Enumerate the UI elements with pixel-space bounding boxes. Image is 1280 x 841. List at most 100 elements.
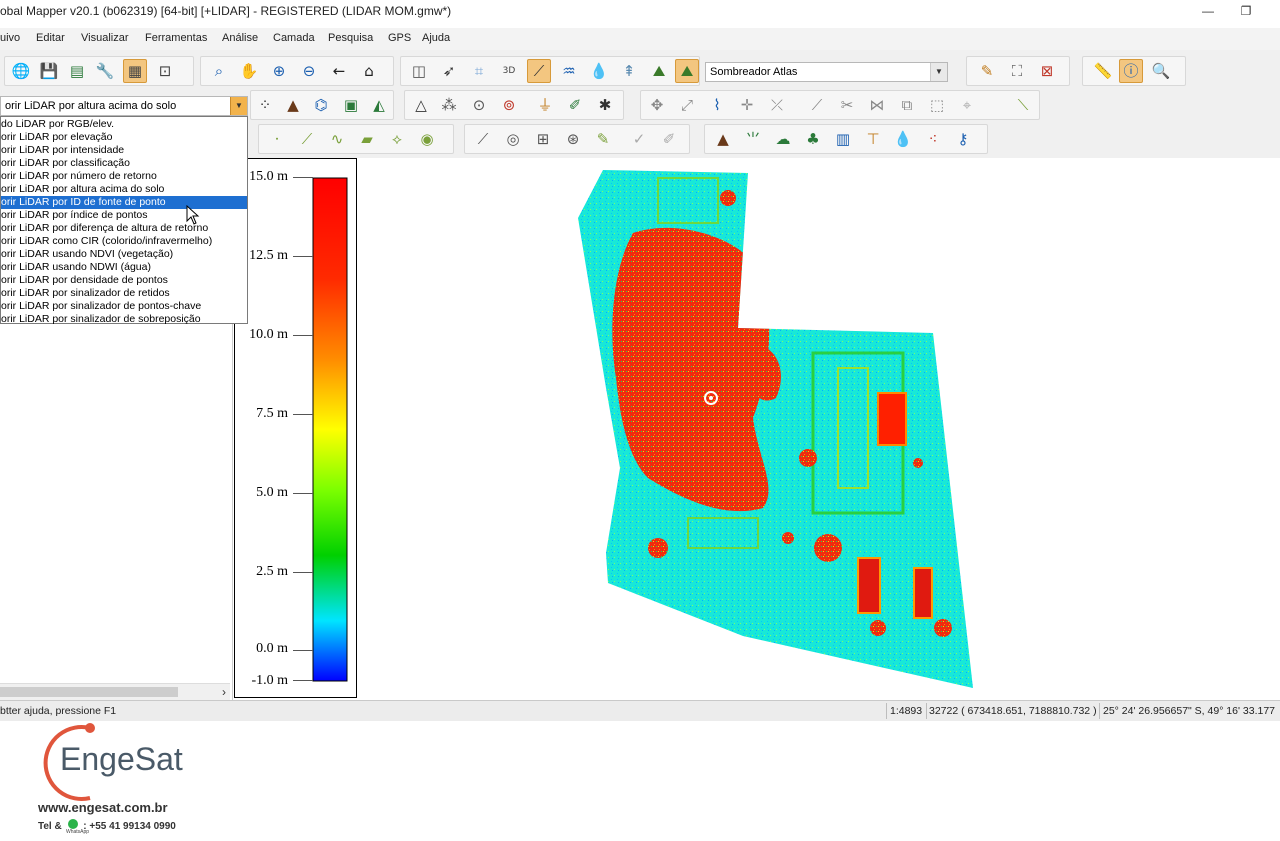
grass-icon[interactable]: ⺌: [741, 127, 765, 151]
zoom-in-icon[interactable]: ⊕: [267, 59, 291, 83]
list-item[interactable]: orir LiDAR por índice de pontos: [1, 209, 247, 222]
mountain-icon[interactable]: ▲: [711, 127, 735, 151]
terrain-active-icon[interactable]: ⛰: [675, 59, 699, 83]
list-item[interactable]: orir LiDAR usando NDVI (vegetação): [1, 248, 247, 261]
save-icon[interactable]: 💾: [37, 59, 61, 83]
points-icon[interactable]: ⁘: [253, 93, 277, 117]
list-item[interactable]: orir LiDAR por sinalizador de retidos: [1, 287, 247, 300]
combine-icon[interactable]: ⧉: [895, 93, 919, 117]
measure-icon[interactable]: 📏: [1091, 59, 1115, 83]
map-view[interactable]: [358, 158, 1280, 700]
buffer-icon[interactable]: ⬚: [925, 93, 949, 117]
line-vertices-icon[interactable]: ⌇: [705, 93, 729, 117]
cut-icon[interactable]: ✂: [835, 93, 859, 117]
bug-icon[interactable]: ✱: [593, 93, 617, 117]
classify-icon[interactable]: ⌬: [309, 93, 333, 117]
menu-analise[interactable]: Análise: [222, 32, 258, 44]
list-item[interactable]: orir LiDAR por altura acima do solo: [1, 183, 247, 196]
target-icon[interactable]: ◎: [501, 127, 525, 151]
image-icon[interactable]: ▣: [339, 93, 363, 117]
layer-control-icon[interactable]: ▤: [65, 59, 89, 83]
triangle-icon[interactable]: △: [409, 93, 433, 117]
back-arrow-icon[interactable]: ←: [327, 59, 351, 83]
list-item[interactable]: orir LiDAR por diferença de altura de re…: [1, 222, 247, 235]
search-points-red-icon[interactable]: ⊚: [497, 93, 521, 117]
draw-line-icon[interactable]: ⟋: [805, 93, 829, 117]
pan-hand-icon[interactable]: ✋: [237, 59, 261, 83]
lidar-color-select[interactable]: orir LiDAR por altura acima do solo ▼: [0, 96, 248, 116]
ruler-icon[interactable]: ⟍: [1011, 93, 1035, 117]
chevron-right-icon[interactable]: ›: [222, 684, 226, 700]
list-item[interactable]: orir LiDAR por intensidade: [1, 144, 247, 157]
grid-icon[interactable]: ⊞: [531, 127, 555, 151]
list-item[interactable]: orir LiDAR usando NDWI (água): [1, 261, 247, 274]
zoom-out-icon[interactable]: ⊖: [297, 59, 321, 83]
menu-editar[interactable]: Editar: [36, 32, 65, 44]
zoom-box-icon[interactable]: ⌕: [207, 59, 231, 83]
split-view-icon[interactable]: ◫: [407, 59, 431, 83]
wrench-icon[interactable]: 🔧: [93, 59, 117, 83]
measure-line-icon[interactable]: ⟋: [471, 127, 495, 151]
menu-camada[interactable]: Camada: [273, 32, 315, 44]
list-item-selected[interactable]: orir LiDAR por ID de fonte de ponto: [1, 196, 247, 209]
menu-gps[interactable]: GPS: [388, 32, 411, 44]
list-item[interactable]: orir LiDAR por densidade de pontos: [1, 274, 247, 287]
3d-box-icon[interactable]: 3D: [497, 59, 521, 83]
search-feature-icon[interactable]: 🔍: [1149, 59, 1173, 83]
key-icon[interactable]: ⚷: [951, 127, 975, 151]
frame-icon[interactable]: ⌗: [467, 59, 491, 83]
list-item[interactable]: orir LiDAR por sinalizador de pontos-cha…: [1, 300, 247, 313]
water-level-icon[interactable]: ♒: [557, 59, 581, 83]
resize-icon[interactable]: ⤢: [675, 93, 699, 117]
list-item[interactable]: do LiDAR por RGB/elev.: [1, 118, 247, 131]
info-icon[interactable]: ⓘ: [1119, 59, 1143, 83]
minimize-button[interactable]: —: [1196, 2, 1220, 20]
move-vertex-icon[interactable]: ✛: [735, 93, 759, 117]
split-line-icon[interactable]: ⤫: [765, 93, 789, 117]
dem-icon[interactable]: ▲: [281, 93, 305, 117]
water-icon[interactable]: 💧: [891, 127, 915, 151]
config-icon[interactable]: ⊡: [153, 59, 177, 83]
overlay-control-icon[interactable]: ▦: [123, 59, 147, 83]
draw-line-tool-icon[interactable]: ⟋: [295, 127, 319, 151]
home-icon[interactable]: ⌂: [357, 59, 381, 83]
points-red-icon[interactable]: ⁖: [921, 127, 945, 151]
powerline-icon[interactable]: ⊤: [861, 127, 885, 151]
list-item[interactable]: orir LiDAR por número de retorno: [1, 170, 247, 183]
menu-arquivo[interactable]: uivo: [0, 32, 20, 44]
edit-points-icon[interactable]: ✐: [563, 93, 587, 117]
menu-ajuda[interactable]: Ajuda: [422, 32, 450, 44]
horizontal-scrollbar[interactable]: ›: [0, 683, 230, 700]
draw-route-icon[interactable]: ⟡: [385, 127, 409, 151]
lidar-point-cloud[interactable]: [358, 158, 1280, 700]
range-ring-icon[interactable]: ⊛: [561, 127, 585, 151]
building-icon[interactable]: ▥: [831, 127, 855, 151]
list-item[interactable]: orir LiDAR por elevação: [1, 131, 247, 144]
draw-circle-icon[interactable]: ◉: [415, 127, 439, 151]
menu-visualizar[interactable]: Visualizar: [81, 32, 129, 44]
list-item[interactable]: orir LiDAR como CIR (colorido/infraverme…: [1, 235, 247, 248]
pick-icon[interactable]: ➶: [437, 59, 461, 83]
search-points-icon[interactable]: ⊙: [467, 93, 491, 117]
terrain-icon[interactable]: ⛰: [647, 59, 671, 83]
restore-button[interactable]: ❐: [1234, 2, 1258, 20]
pen-area-icon[interactable]: ✎: [591, 127, 615, 151]
chevron-down-icon[interactable]: ▼: [230, 97, 247, 115]
scrollbar-thumb[interactable]: [0, 687, 178, 697]
shader-select[interactable]: Sombreador Atlas ▼: [705, 62, 948, 82]
menu-ferramentas[interactable]: Ferramentas: [145, 32, 207, 44]
list-item[interactable]: orir LiDAR por classificação: [1, 157, 247, 170]
chevron-down-icon[interactable]: ▼: [930, 63, 947, 81]
globe-icon[interactable]: 🌐: [9, 59, 33, 83]
contour-icon[interactable]: ◭: [367, 93, 391, 117]
list-item[interactable]: orir LiDAR por sinalizador de sobreposiç…: [1, 313, 247, 326]
draw-area-icon[interactable]: ▰: [355, 127, 379, 151]
filter-icon[interactable]: ⏚: [533, 93, 557, 117]
join-icon[interactable]: ⋈: [865, 93, 889, 117]
tree-icon[interactable]: ♣: [801, 127, 825, 151]
check-icon[interactable]: ✓: [627, 127, 651, 151]
pencil-icon[interactable]: ✎: [975, 59, 999, 83]
bush-icon[interactable]: ☁: [771, 127, 795, 151]
draw-point-icon[interactable]: ⸱: [265, 127, 289, 151]
move-icon[interactable]: ✥: [645, 93, 669, 117]
